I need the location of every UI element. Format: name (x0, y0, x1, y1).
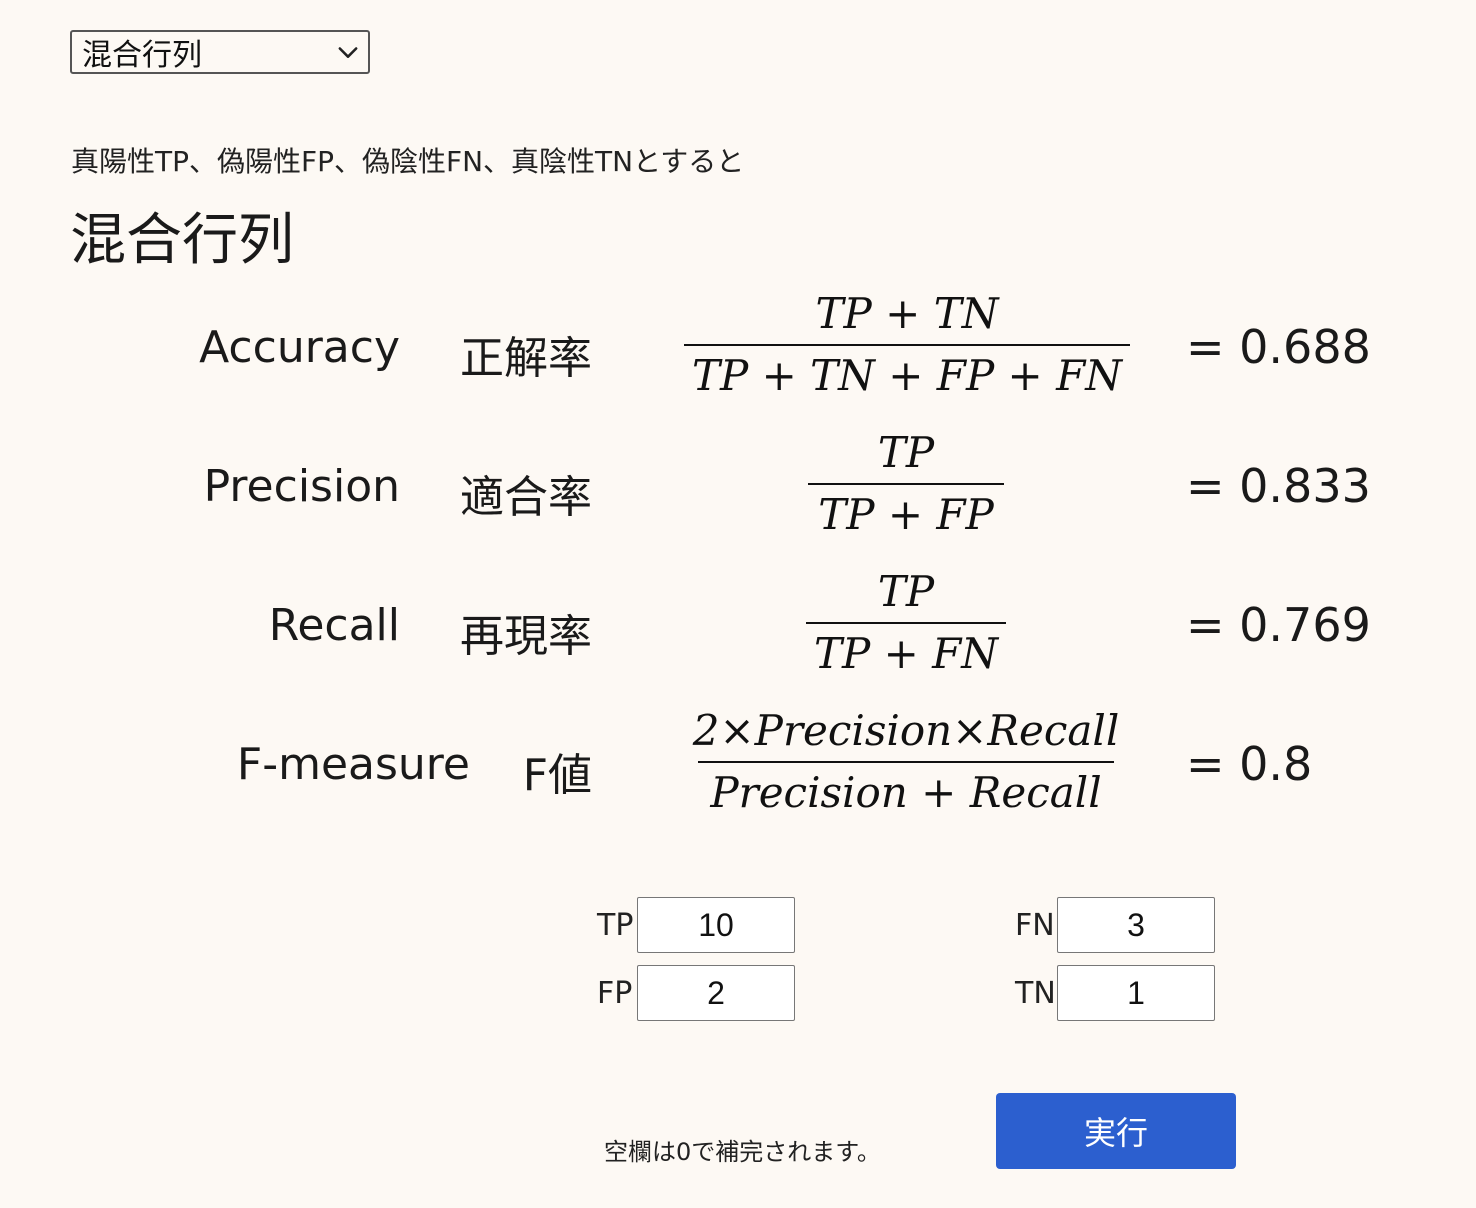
metric-ja-name: 再現率 (460, 611, 592, 662)
section-title: 混合行列 (70, 208, 294, 273)
chevron-down-icon (338, 47, 358, 58)
tn-label: TN (1015, 976, 1056, 1011)
metric-result: = 0.769 (1186, 598, 1371, 652)
metric-result: = 0.833 (1186, 459, 1371, 513)
fraction-bar (698, 761, 1114, 763)
metric-ja-name: F値 (522, 750, 592, 801)
fraction-bar (806, 622, 1006, 624)
formula-numerator: TP (877, 428, 935, 477)
formula-denominator: TP + FP (818, 490, 994, 539)
metric-row-recall: Recall 再現率 TP TP + FN = 0.769 (0, 564, 1476, 704)
metric-ja-name: 適合率 (460, 472, 592, 523)
tp-label: TP (597, 908, 634, 943)
formula-fraction: TP + TN TP + TN + FP + FN (684, 286, 1130, 404)
metric-name: Recall (268, 600, 400, 651)
fn-label: FN (1015, 908, 1055, 943)
metric-row-precision: Precision 適合率 TP TP + FP = 0.833 (0, 425, 1476, 565)
run-button[interactable]: 実行 (996, 1093, 1236, 1169)
formula-fraction: TP TP + FP (808, 425, 1004, 543)
fp-label: FP (597, 976, 633, 1011)
fn-input[interactable]: 3 (1057, 897, 1215, 953)
tp-input[interactable]: 10 (637, 897, 795, 953)
formula-numerator: TP (877, 567, 935, 616)
formula-fraction: 2×Precision×Recall Precision + Recall (693, 703, 1119, 821)
intro-text: 真陽性TP、偽陽性FP、偽陰性FN、真陰性TNとすると (71, 145, 745, 178)
metric-name: F-measure (236, 739, 470, 790)
fraction-bar (684, 344, 1130, 346)
metric-type-select-value: 混合行列 (82, 38, 202, 73)
metric-result: = 0.688 (1186, 320, 1371, 374)
fraction-bar (808, 483, 1004, 485)
formula-numerator: TP + TN (815, 289, 999, 338)
metric-result: = 0.8 (1186, 737, 1313, 791)
fp-input[interactable]: 2 (637, 965, 795, 1021)
metric-row-accuracy: Accuracy 正解率 TP + TN TP + TN + FP + FN =… (0, 286, 1476, 426)
tn-input[interactable]: 1 (1057, 965, 1215, 1021)
metric-ja-name: 正解率 (460, 333, 592, 384)
metric-name: Precision (203, 461, 400, 512)
formula-numerator: 2×Precision×Recall (692, 706, 1120, 755)
formula-denominator: Precision + Recall (710, 768, 1102, 817)
formula-fraction: TP TP + FN (806, 564, 1006, 682)
metric-name: Accuracy (199, 322, 400, 373)
formula-denominator: TP + FN (813, 629, 999, 678)
metric-type-select[interactable]: 混合行列 (70, 30, 370, 74)
formula-denominator: TP + TN + FP + FN (691, 351, 1122, 400)
metric-row-f-measure: F-measure F値 2×Precision×Recall Precisio… (0, 703, 1476, 843)
blank-fill-note: 空欄は0で補完されます。 (604, 1138, 881, 1166)
